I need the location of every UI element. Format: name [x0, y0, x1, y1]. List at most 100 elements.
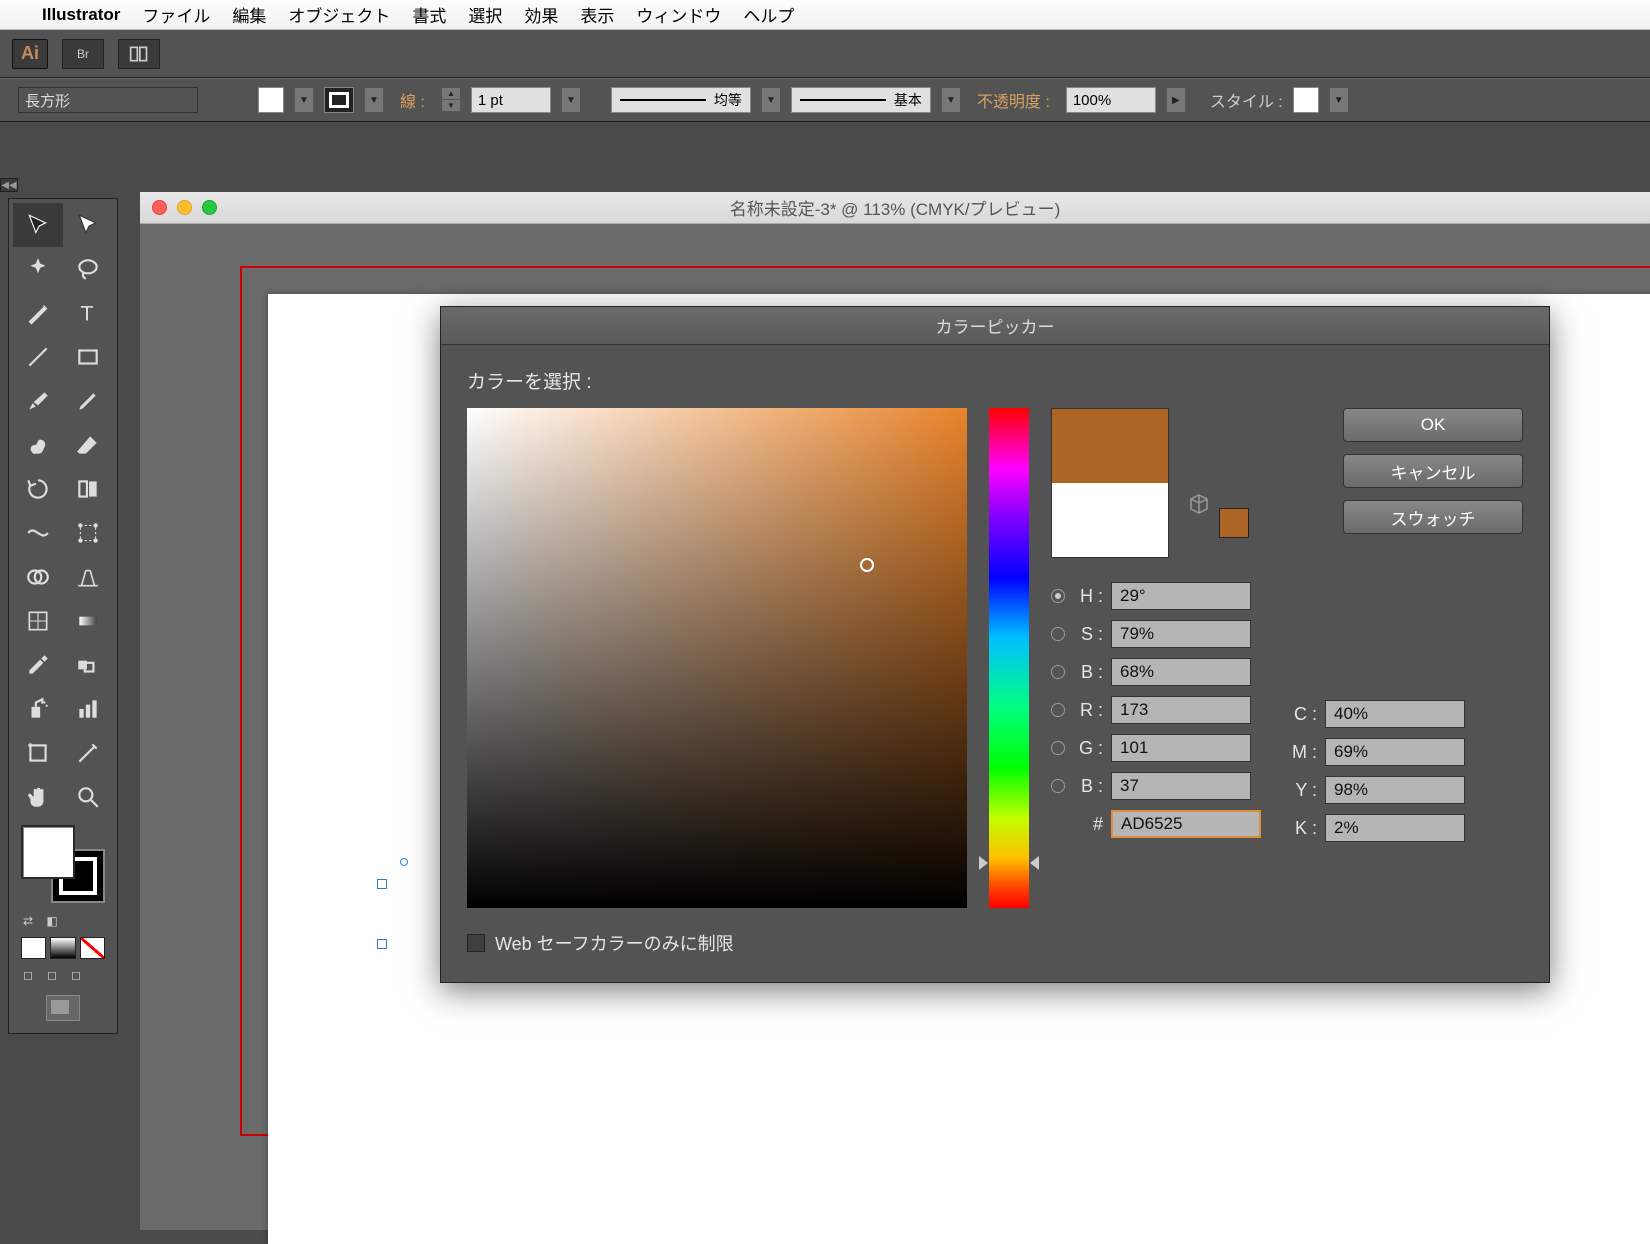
pen-tool[interactable]: [13, 291, 63, 335]
fill-swatch[interactable]: [258, 87, 284, 113]
b-rgb-field[interactable]: [1111, 772, 1251, 800]
canvas[interactable]: カラーピッカー カラーを選択 :: [140, 224, 1650, 1230]
draw-behind-icon[interactable]: ◻: [41, 965, 63, 985]
opacity-field[interactable]: [1066, 87, 1156, 113]
rectangle-tool[interactable]: [63, 335, 113, 379]
menu-app-name[interactable]: Illustrator: [42, 5, 120, 25]
menu-view[interactable]: 表示: [580, 2, 614, 27]
magic-wand-tool[interactable]: [13, 247, 63, 291]
menu-effect[interactable]: 効果: [524, 2, 558, 27]
blend-tool[interactable]: [63, 643, 113, 687]
out-of-gamut-icon[interactable]: [1187, 492, 1211, 516]
b-hsb-field[interactable]: [1111, 658, 1251, 686]
slice-tool[interactable]: [63, 731, 113, 775]
menu-select[interactable]: 選択: [468, 2, 502, 27]
r-radio[interactable]: [1051, 703, 1065, 717]
width-tool[interactable]: [13, 511, 63, 555]
cancel-button[interactable]: キャンセル: [1343, 454, 1523, 488]
ok-button[interactable]: OK: [1343, 408, 1523, 442]
gradient-tool[interactable]: [63, 599, 113, 643]
websafe-checkbox[interactable]: [467, 934, 485, 952]
panel-collapse-tab[interactable]: ◀◀: [0, 178, 18, 192]
r-field[interactable]: [1111, 696, 1251, 724]
fill-dropdown[interactable]: ▼: [294, 87, 314, 113]
sv-cursor[interactable]: [860, 558, 874, 572]
reflect-tool[interactable]: [63, 467, 113, 511]
m-field[interactable]: [1325, 738, 1465, 766]
color-mode-none[interactable]: [80, 937, 105, 959]
menu-object[interactable]: オブジェクト: [288, 2, 390, 27]
shape-name-field[interactable]: [18, 87, 198, 113]
stroke-width-dropdown[interactable]: ▼: [561, 87, 581, 113]
swatches-button[interactable]: スウォッチ: [1343, 500, 1523, 534]
type-tool[interactable]: T: [63, 291, 113, 335]
k-field[interactable]: [1325, 814, 1465, 842]
style-swatch[interactable]: [1293, 87, 1319, 113]
y-field[interactable]: [1325, 776, 1465, 804]
color-mode-solid[interactable]: [21, 937, 46, 959]
lasso-tool[interactable]: [63, 247, 113, 291]
column-graph-tool[interactable]: [63, 687, 113, 731]
direct-selection-tool[interactable]: [63, 203, 113, 247]
h-field[interactable]: [1111, 582, 1251, 610]
color-mode-gradient[interactable]: [50, 937, 75, 959]
c-field[interactable]: [1325, 700, 1465, 728]
mesh-tool[interactable]: [13, 599, 63, 643]
fill-color-box[interactable]: [21, 825, 75, 879]
ai-logo-icon[interactable]: Ai: [12, 39, 48, 69]
g-radio[interactable]: [1051, 741, 1065, 755]
b-hsb-radio[interactable]: [1051, 665, 1065, 679]
s-radio[interactable]: [1051, 627, 1065, 641]
saturation-value-box[interactable]: [467, 408, 967, 908]
menu-help[interactable]: ヘルプ: [743, 2, 794, 27]
selection-tool[interactable]: [13, 203, 63, 247]
opacity-dropdown[interactable]: ▶: [1166, 87, 1186, 113]
pencil-tool[interactable]: [63, 379, 113, 423]
symbol-sprayer-tool[interactable]: [13, 687, 63, 731]
artboard-tool[interactable]: [13, 731, 63, 775]
brush-dropdown[interactable]: ▼: [941, 87, 961, 113]
window-zoom-icon[interactable]: [202, 200, 217, 215]
stroke-swatch[interactable]: [324, 87, 354, 113]
draw-inside-icon[interactable]: ◻: [65, 965, 87, 985]
menu-edit[interactable]: 編集: [232, 2, 266, 27]
dash-dropdown[interactable]: ▼: [761, 87, 781, 113]
eraser-tool[interactable]: [63, 423, 113, 467]
brush-profile[interactable]: 基本: [791, 87, 931, 113]
dash-profile[interactable]: 均等: [611, 87, 751, 113]
stroke-dropdown[interactable]: ▼: [364, 87, 384, 113]
screen-mode-button[interactable]: [13, 987, 113, 1029]
menu-window[interactable]: ウィンドウ: [636, 2, 721, 27]
hue-slider[interactable]: [989, 408, 1029, 908]
perspective-grid-tool[interactable]: [63, 555, 113, 599]
bridge-button[interactable]: Br: [62, 39, 104, 69]
g-field[interactable]: [1111, 734, 1251, 762]
style-dropdown[interactable]: ▼: [1329, 87, 1349, 113]
default-colors-icon[interactable]: ◧: [41, 911, 63, 931]
fill-stroke-colors[interactable]: [13, 819, 113, 909]
paintbrush-tool[interactable]: [13, 379, 63, 423]
arrange-docs-button[interactable]: [118, 39, 160, 69]
swap-colors-icon[interactable]: ⇄: [17, 911, 39, 931]
hand-tool[interactable]: [13, 775, 63, 819]
window-minimize-icon[interactable]: [177, 200, 192, 215]
b-rgb-radio[interactable]: [1051, 779, 1065, 793]
h-radio[interactable]: [1051, 589, 1065, 603]
zoom-tool[interactable]: [63, 775, 113, 819]
menu-type[interactable]: 書式: [412, 2, 446, 27]
hex-field[interactable]: [1111, 810, 1261, 838]
free-transform-tool[interactable]: [63, 511, 113, 555]
rotate-tool[interactable]: [13, 467, 63, 511]
blob-brush-tool[interactable]: [13, 423, 63, 467]
old-color-swatch[interactable]: [1052, 483, 1168, 557]
window-close-icon[interactable]: [152, 200, 167, 215]
menu-file[interactable]: ファイル: [142, 2, 210, 27]
line-tool[interactable]: [13, 335, 63, 379]
eyedropper-tool[interactable]: [13, 643, 63, 687]
gamut-corrected-swatch[interactable]: [1219, 508, 1249, 538]
stroke-width-spinner[interactable]: ▲▼: [441, 87, 461, 113]
stroke-width-field[interactable]: [471, 87, 551, 113]
draw-normal-icon[interactable]: ◻: [17, 965, 39, 985]
s-field[interactable]: [1111, 620, 1251, 648]
shape-builder-tool[interactable]: [13, 555, 63, 599]
